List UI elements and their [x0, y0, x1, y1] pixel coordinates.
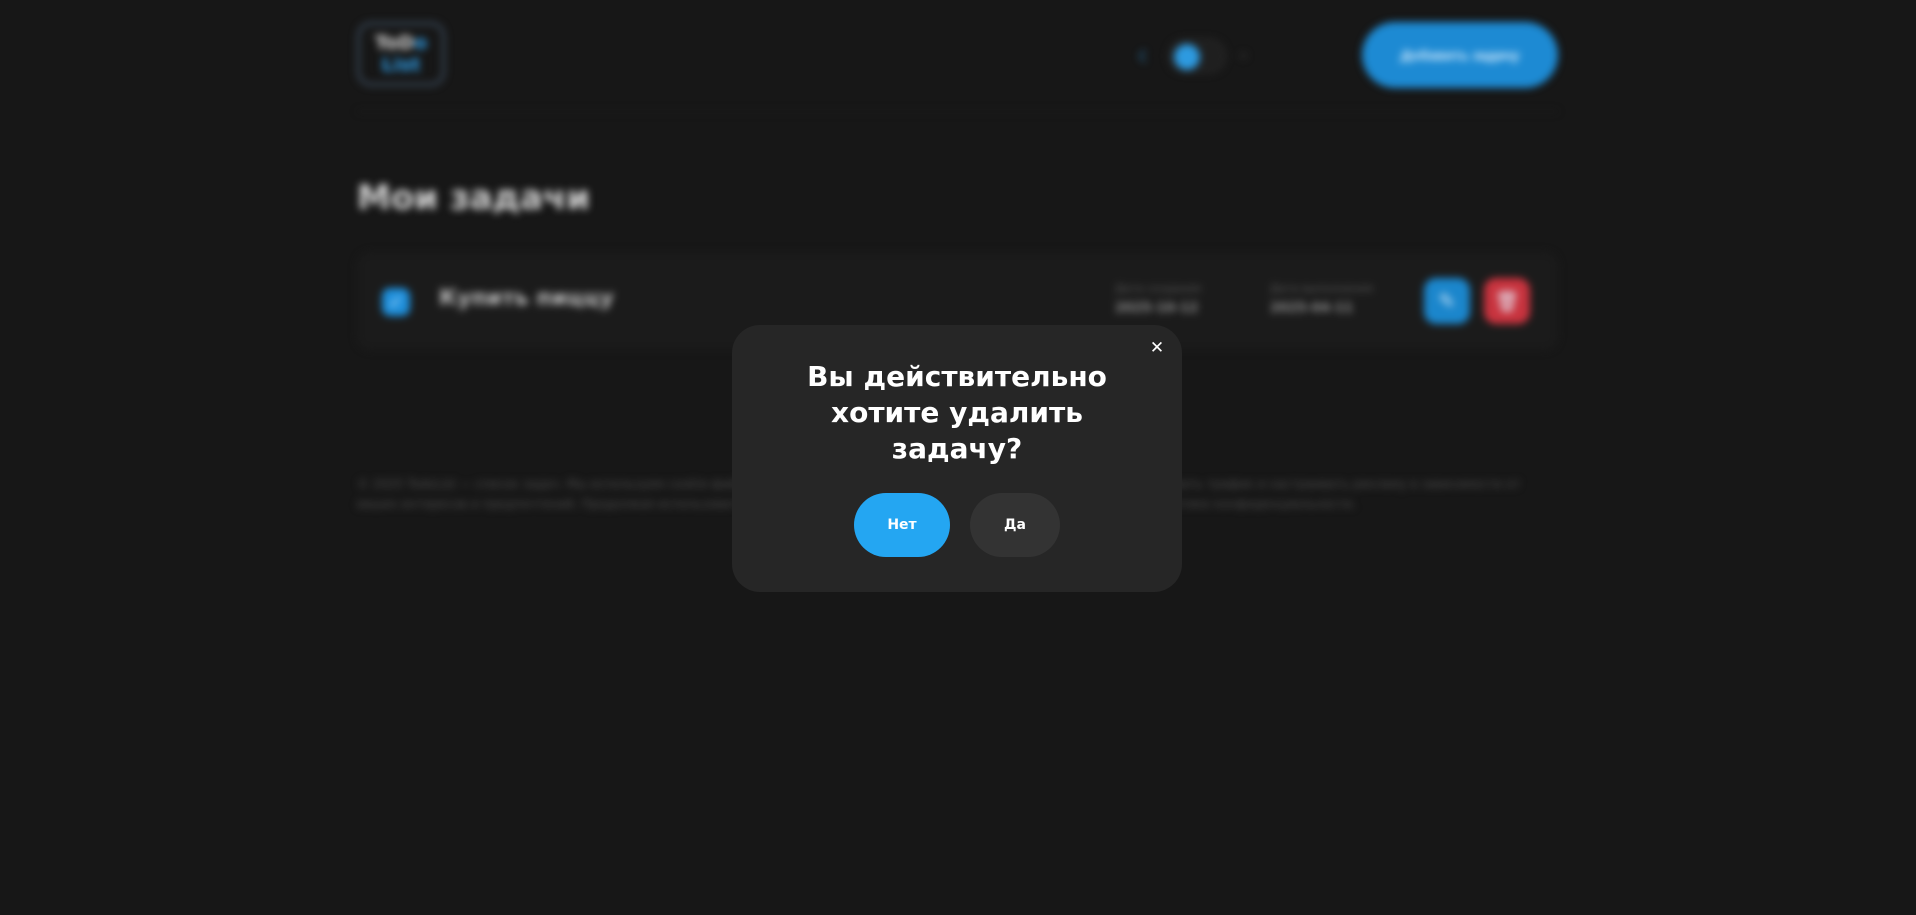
trash-icon: 🗑	[1494, 289, 1520, 313]
add-task-button[interactable]: Добавить задачу	[1362, 22, 1558, 88]
moon-icon: ☾	[1138, 47, 1153, 66]
completed-date: Дата выполнения 2025-04-11	[1270, 282, 1373, 316]
modal-buttons: Нет Да	[854, 493, 1060, 557]
created-date-label: Дата создания	[1115, 282, 1201, 295]
completed-date-value: 2025-04-11	[1270, 301, 1354, 316]
logo-text-list: List	[381, 54, 421, 76]
task-checkbox[interactable]: ✓	[382, 288, 410, 316]
toggle-track[interactable]	[1168, 39, 1226, 73]
created-date-value: 2025-10-12	[1115, 301, 1199, 316]
theme-toggle[interactable]: ☾ ☼	[1138, 38, 1252, 74]
no-button[interactable]: Нет	[854, 493, 950, 557]
modal-title: Вы действительно хотите удалить задачу?	[807, 360, 1107, 465]
toggle-knob	[1174, 44, 1200, 70]
delete-confirm-modal: ✕ Вы действительно хотите удалить задачу…	[732, 325, 1182, 592]
sun-icon: ☼	[1238, 49, 1249, 63]
header-divider	[357, 111, 1558, 112]
page-title: Мои задачи	[357, 178, 591, 218]
yes-button[interactable]: Да	[970, 493, 1060, 557]
edit-task-button[interactable]: ✎	[1424, 278, 1470, 324]
completed-date-label: Дата выполнения	[1270, 282, 1374, 295]
logo-text-todo: ToD	[374, 32, 415, 54]
pencil-icon: ✎	[1438, 289, 1456, 313]
logo[interactable]: ToDo List	[357, 22, 445, 86]
logo-text-o: o	[414, 32, 428, 54]
task-title: Купить пиццу	[439, 286, 614, 311]
created-date: Дата создания 2025-10-12	[1115, 282, 1201, 316]
delete-task-button[interactable]: 🗑	[1484, 278, 1530, 324]
close-icon[interactable]: ✕	[1146, 337, 1168, 359]
